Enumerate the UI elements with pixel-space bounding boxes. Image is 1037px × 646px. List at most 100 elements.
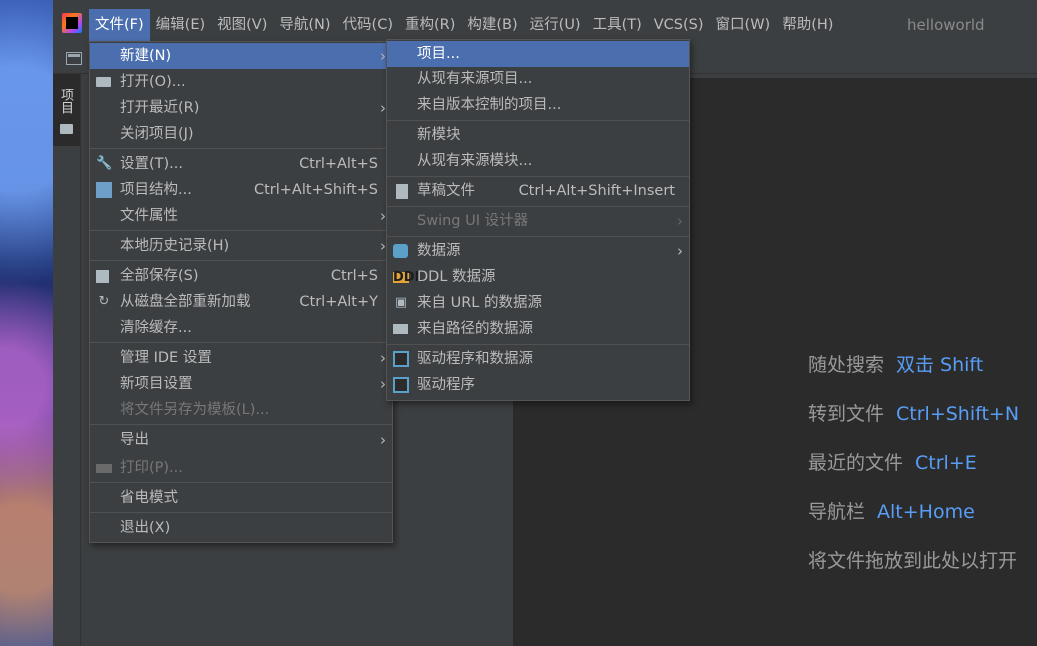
url-datasource-icon: ▣ [394,295,408,310]
menu-run[interactable]: 运行(U) [524,9,587,41]
menu-item-label: 打开最近(R) [120,100,200,116]
menu-help[interactable]: 帮助(H) [776,9,839,41]
menu-separator [90,512,392,513]
menu-tools[interactable]: 工具(T) [587,9,648,41]
submenu-item-path-data-source[interactable]: 来自路径的数据源 [387,316,689,342]
menu-item-shortcut: Ctrl+Alt+Shift+S [253,182,378,198]
menu-item-label: 草稿文件 [417,183,475,199]
hint-drop-files: 将文件拖放到此处以打开 [808,546,1017,573]
menu-item-label: Swing UI 设计器 [417,213,529,229]
menu-list: 文件(F) 编辑(E) 视图(V) 导航(N) 代码(C) 重构(R) 构建(B… [89,9,839,41]
menu-window[interactable]: 窗口(W) [710,9,777,41]
menu-item-exit[interactable]: 退出(X) [90,515,392,541]
tool-tab-project[interactable]: 项目 [53,74,80,146]
submenu-item-drivers[interactable]: 驱动程序 [387,372,689,398]
submenu-item-project-from-vcs[interactable]: 来自版本控制的项目... [387,92,689,118]
intellij-logo-icon [62,13,82,33]
menu-item-label: 来自 URL 的数据源 [417,295,542,311]
hint-label: 将文件拖放到此处以打开 [808,550,1018,572]
hint-shortcut: 双击 Shift [896,354,984,376]
menu-view[interactable]: 视图(V) [211,9,273,41]
menu-separator [90,424,392,425]
menu-item-label: 全部保存(S) [120,268,199,284]
menu-item-label: 来自路径的数据源 [417,321,533,337]
submenu-item-data-source[interactable]: 数据源 › [387,238,689,264]
menu-item-label: 项目... [417,46,460,62]
menu-item-shortcut: Ctrl+S [330,268,378,284]
menu-item-label: 数据源 [417,243,461,259]
left-tool-strip: 项目 [53,74,81,646]
submenu-item-new-module[interactable]: 新模块 [387,122,689,148]
menu-item-label: 打开(O)... [120,74,186,90]
menu-item-manage-ide-settings[interactable]: 管理 IDE 设置 › [90,345,392,371]
submenu-item-ddl-data-source[interactable]: DDL DDL 数据源 [387,264,689,290]
menu-separator [90,482,392,483]
menu-item-new[interactable]: 新建(N) › [90,43,392,69]
menu-vcs[interactable]: VCS(S) [648,9,710,41]
scratch-file-icon [396,184,408,199]
menu-item-label: 驱动程序 [417,377,475,393]
menu-item-close-project[interactable]: 关闭项目(J) [90,121,392,147]
submenu-item-drivers-and-sources[interactable]: 驱动程序和数据源 [387,346,689,372]
menu-navigate[interactable]: 导航(N) [273,9,336,41]
menu-item-label: 新建(N) [120,48,172,64]
hint-label: 最近的文件 [808,452,904,474]
ddl-icon: DDL [393,270,423,285]
menu-item-settings[interactable]: 🔧 设置(T)... Ctrl+Alt+S [90,151,392,177]
menu-item-local-history[interactable]: 本地历史记录(H) › [90,233,392,259]
wrench-icon: 🔧 [96,156,113,171]
hint-label: 随处搜索 [808,354,885,376]
menu-item-open[interactable]: 打开(O)... [90,69,392,95]
menu-item-project-structure[interactable]: 项目结构... Ctrl+Alt+Shift+S [90,177,392,203]
submenu-item-project-from-sources[interactable]: 从现有来源项目... [387,66,689,92]
submenu-item-project[interactable]: 项目... [387,41,689,67]
hint-shortcut: Ctrl+Shift+N [896,403,1020,425]
menu-item-new-project-settings[interactable]: 新项目设置 › [90,371,392,397]
menu-item-label: 省电模式 [120,490,178,506]
menu-item-save-as-template: 将文件另存为模板(L)... [90,397,392,423]
menu-item-label: 管理 IDE 设置 [120,350,212,366]
menu-item-label: 将文件另存为模板(L)... [120,402,270,418]
menu-item-export[interactable]: 导出 › [90,427,392,453]
menu-item-label: 从磁盘全部重新加载 [120,294,251,310]
menu-item-shortcut: Ctrl+Alt+S [299,156,378,172]
menu-bar: 文件(F) 编辑(E) 视图(V) 导航(N) 代码(C) 重构(R) 构建(B… [53,9,1037,41]
hint-shortcut: Alt+Home [877,501,975,523]
folder-icon [393,324,408,334]
menu-code[interactable]: 代码(C) [337,9,399,41]
menu-separator [387,344,689,345]
window-layout-icon[interactable] [66,52,82,65]
menu-refactor[interactable]: 重构(R) [399,9,461,41]
submenu-item-module-from-sources[interactable]: 从现有来源模块... [387,148,689,174]
new-submenu-popup: 项目... 从现有来源项目... 来自版本控制的项目... 新模块 从现有来源模… [386,39,690,401]
menu-item-shortcut: Ctrl+Alt+Y [299,294,378,310]
menu-item-label: 导出 [120,432,149,448]
menu-item-save-all[interactable]: 全部保存(S) Ctrl+S [90,263,392,289]
tool-tab-project-label: 项目 [58,88,73,114]
hint-goto-file: 转到文件 Ctrl+Shift+N [808,399,1019,426]
submenu-item-url-data-source[interactable]: ▣ 来自 URL 的数据源 [387,290,689,316]
menu-item-print: 打印(P)... [90,455,392,481]
menu-build[interactable]: 构建(B) [461,9,523,41]
submenu-item-scratch-file[interactable]: 草稿文件 Ctrl+Alt+Shift+Insert [387,178,689,204]
menu-separator [90,342,392,343]
hint-shortcut: Ctrl+E [915,452,977,474]
file-menu-popup: 新建(N) › 打开(O)... 打开最近(R) › 关闭项目(J) 🔧 设置(… [89,41,393,543]
hint-label: 转到文件 [808,403,885,425]
reload-icon: ↻ [98,294,110,309]
menu-item-power-save[interactable]: 省电模式 [90,485,392,511]
menu-item-reload-all[interactable]: ↻ 从磁盘全部重新加载 Ctrl+Alt+Y [90,289,392,315]
menu-edit[interactable]: 编辑(E) [150,9,211,41]
menu-item-open-recent[interactable]: 打开最近(R) › [90,95,392,121]
window-title: helloworld [907,16,985,34]
desktop-wallpaper [0,0,53,646]
driver-icon [393,377,409,393]
menu-item-label: 从现有来源模块... [417,153,533,169]
menu-item-invalidate-caches[interactable]: 清除缓存... [90,315,392,341]
folder-icon [96,77,111,87]
menu-item-file-properties[interactable]: 文件属性 › [90,203,392,229]
chevron-right-icon: › [677,242,683,260]
menu-separator [387,176,689,177]
project-structure-icon [96,182,112,198]
menu-file[interactable]: 文件(F) [89,9,150,41]
